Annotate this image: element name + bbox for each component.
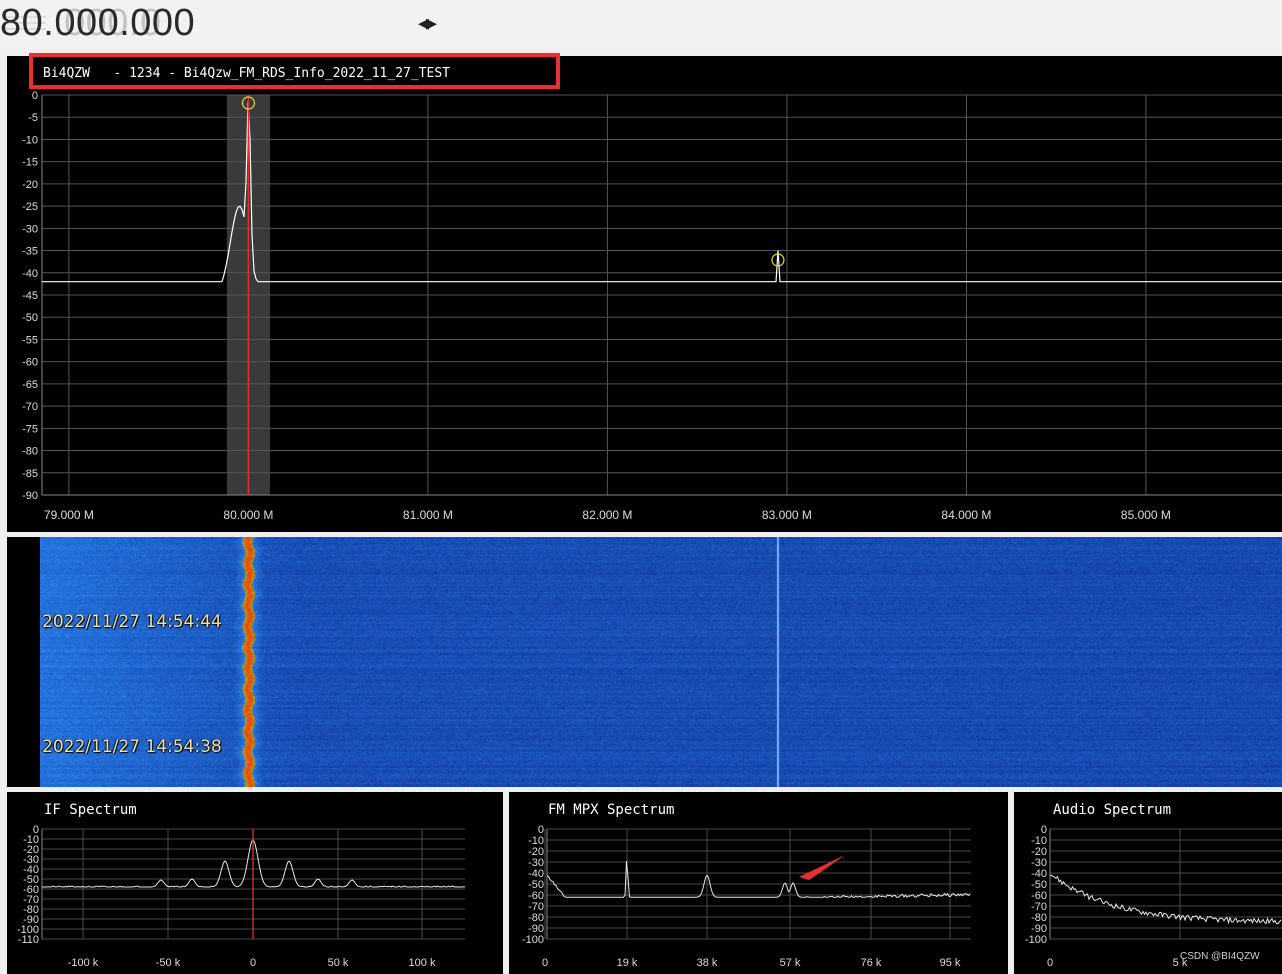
x-tick-label: 19 k [617, 957, 638, 969]
station-label: Bi4QZW - 1234 - Bi4Qzw_FM_RDS_Info_2022_… [43, 66, 450, 81]
waterfall-timestamp: 2022/11/27 14:54:38 [42, 737, 222, 757]
spectrum-plot[interactable]: 0 -5 -10 -15 -20 -25 -30 -35 -40 -45 -50 -55 -60 -65 -… [7, 56, 1282, 532]
x-tick-label: 83.000 M [762, 508, 812, 522]
x-tick-label: 84.000 M [941, 508, 991, 522]
y-tick-label: -25 [22, 201, 38, 213]
x-tick-label: 100 k [409, 957, 436, 969]
x-tick-label: 79.000 M [44, 508, 94, 522]
y-tick-label: -100 [1025, 934, 1047, 946]
x-tick-label: 95 k [940, 957, 961, 969]
x-tick-label: -100 k [68, 957, 99, 969]
x-tick-label: 57 k [780, 957, 801, 969]
y-tick-label: -45 [22, 290, 38, 302]
annotation-arrow [799, 855, 845, 880]
y-tick-label: -50 [22, 312, 38, 324]
y-tick-label: -20 [22, 179, 38, 191]
y-tick-label: -15 [22, 157, 38, 169]
y-tick-label: -5 [28, 112, 38, 124]
frequency-step-arrows-icon[interactable]: ◂▸ [418, 10, 437, 36]
x-tick-label: 0 [542, 957, 548, 969]
y-tick-label: -110 [18, 934, 39, 946]
y-tick-label: -90 [22, 490, 38, 502]
x-tick-label: 38 k [697, 957, 718, 969]
x-tick-label: 50 k [328, 957, 349, 969]
x-tick-label: 0 [1047, 957, 1053, 969]
y-tick-label: -40 [22, 268, 38, 280]
y-tick-label: -65 [22, 379, 38, 391]
fm-mpx-spectrum-panel[interactable]: FM MPX Spectrum 0 -10 -20 -30 -40 -50 -60 -70 -8… [509, 792, 1008, 974]
x-tick-label: 82.000 M [582, 508, 632, 522]
y-tick-label: 0 [32, 90, 38, 102]
waterfall-display[interactable] [40, 537, 1282, 787]
x-tick-label: 80.000 M [223, 508, 273, 522]
if-spectrum-plot[interactable]: 0-10-20-30-40-50-60-70-80-90-100-110-100… [7, 792, 503, 974]
audio-spectrum-plot[interactable]: 0-10-20-30-40-50-60-70-80-90-1000 5 k [1014, 792, 1282, 974]
y-tick-label: -30 [22, 223, 38, 235]
if-spectrum-panel[interactable]: IF Spectrum 0 -10 -20 -30 -40 -50 -60 -70 -80 -90… [7, 792, 503, 974]
x-tick-label: 76 k [861, 957, 882, 969]
y-tick-label: -100 [522, 934, 544, 946]
y-tick-label: -60 [22, 357, 38, 369]
x-tick-label: -50 k [156, 957, 181, 969]
y-tick-label: -10 [22, 134, 38, 146]
y-tick-label: -55 [22, 334, 38, 346]
fm-mpx-spectrum-plot[interactable]: 0-10-20-30-40-50-60-70-80-90-1000 19 k 38 … [509, 792, 1008, 974]
y-tick-label: -80 [22, 446, 38, 458]
frequency-display[interactable]: 80.000.000 [0, 2, 195, 45]
waterfall-timestamp: 2022/11/27 14:54:44 [42, 612, 222, 632]
watermark: CSDN @BI4QZW [1180, 951, 1260, 962]
y-tick-label: -85 [22, 468, 38, 480]
spectrum-trace [1049, 874, 1282, 925]
x-tick-label: 0 [250, 957, 256, 969]
spectrum-trace [546, 860, 971, 899]
y-tick-label: -70 [22, 401, 38, 413]
x-tick-label: 81.000 M [403, 508, 453, 522]
x-tick-label: 85.000 M [1121, 508, 1171, 522]
y-tick-label: -35 [22, 246, 38, 258]
audio-spectrum-panel[interactable]: Audio Spectrum 0 -10 -20 -30 -40 -50 -60 -70 -80… [1014, 792, 1282, 974]
y-tick-label: -75 [22, 423, 38, 435]
